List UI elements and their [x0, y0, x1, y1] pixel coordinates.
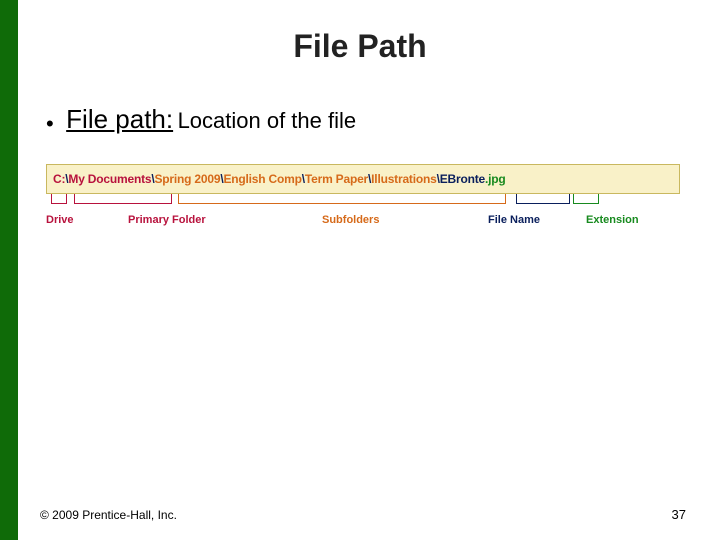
bullet-marker: •	[46, 111, 54, 137]
bullet-line: • File path: Location of the file	[46, 104, 356, 137]
bullet-term: File path:	[66, 104, 173, 134]
bracket-primary	[74, 194, 172, 204]
label-filename: File Name	[488, 214, 540, 226]
copyright-text: © 2009 Prentice-Hall, Inc.	[40, 508, 177, 522]
label-extension: Extension	[586, 214, 639, 226]
bullet-desc: Location of the file	[178, 108, 357, 133]
label-subfolders: Subfolders	[322, 214, 379, 226]
seg-ext: .jpg	[485, 172, 506, 186]
seg-filename: EBronte	[440, 172, 485, 186]
label-drive: Drive	[46, 214, 74, 226]
side-accent-bar	[0, 0, 18, 540]
label-primary: Primary Folder	[128, 214, 206, 226]
bracket-drive	[51, 194, 67, 204]
bracket-subfolders	[178, 194, 506, 204]
seg-primary: My Documents	[68, 172, 151, 186]
seg-sub4: Illustrations	[371, 172, 436, 186]
seg-sub2: English Comp	[223, 172, 301, 186]
slide-title: File Path	[0, 28, 720, 65]
path-diagram: C: \ My Documents \ Spring 2009 \ Englis…	[46, 164, 680, 242]
bracket-filename	[516, 194, 570, 204]
page-number: 37	[672, 507, 686, 522]
bracket-extension	[573, 194, 599, 204]
seg-sub3: Term Paper	[305, 172, 368, 186]
path-box: C: \ My Documents \ Spring 2009 \ Englis…	[46, 164, 680, 194]
seg-sub1: Spring 2009	[155, 172, 221, 186]
seg-drive: C:	[53, 172, 65, 186]
